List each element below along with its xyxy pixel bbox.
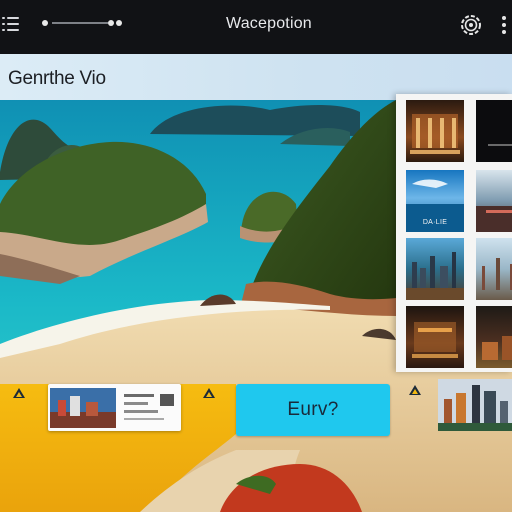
market-thumbnail-image bbox=[482, 336, 512, 360]
gallery-thumb[interactable] bbox=[474, 168, 512, 234]
scrubber-start-dot[interactable] bbox=[42, 20, 48, 26]
gallery-thumb[interactable] bbox=[474, 98, 512, 164]
menu-icon[interactable] bbox=[2, 16, 19, 33]
city-skyline-thumbnail-image bbox=[406, 252, 464, 300]
harbor-thumbnail-image bbox=[476, 206, 512, 232]
page-heading: Genrthe Vio bbox=[8, 68, 106, 89]
city-preview-image bbox=[438, 379, 512, 431]
gallery-thumb[interactable]: DA·LIE bbox=[404, 168, 466, 234]
scrubber-end-dot[interactable] bbox=[108, 20, 114, 26]
settings-icon[interactable] bbox=[458, 12, 484, 38]
thumbnail-gallery: DA·LIE bbox=[396, 94, 512, 372]
night-temple-thumbnail-image bbox=[412, 322, 458, 358]
scrubber-track[interactable] bbox=[52, 22, 108, 24]
tower-thumbnail-image bbox=[482, 258, 512, 290]
media-scrubber[interactable] bbox=[42, 16, 124, 30]
dark-tile-thumbnail-image bbox=[488, 144, 512, 146]
gallery-thumb[interactable] bbox=[474, 304, 512, 370]
location-card[interactable] bbox=[48, 384, 181, 431]
temple-thumbnail-image bbox=[410, 114, 460, 154]
thumb-caption: DA·LIE bbox=[422, 219, 448, 226]
top-app-bar: Wacepotion bbox=[0, 0, 512, 54]
gallery-thumb[interactable] bbox=[474, 236, 512, 302]
triangle-marker-icon bbox=[409, 385, 421, 395]
gallery-thumb[interactable] bbox=[404, 98, 466, 164]
app-title: Wacepotion bbox=[226, 15, 312, 32]
triangle-marker-icon bbox=[13, 388, 25, 398]
gallery-thumb[interactable] bbox=[404, 304, 466, 370]
location-card-image bbox=[50, 388, 174, 428]
gallery-thumb[interactable] bbox=[404, 236, 466, 302]
scrubber-handle-dot[interactable] bbox=[116, 20, 122, 26]
triangle-marker-icon bbox=[203, 388, 215, 398]
explore-button[interactable]: Eurv? bbox=[236, 384, 390, 436]
content-area: Genrthe Vio DA·LIE Eurv? bbox=[0, 54, 512, 512]
more-options-icon[interactable] bbox=[496, 12, 512, 38]
city-preview-card[interactable] bbox=[438, 379, 512, 431]
